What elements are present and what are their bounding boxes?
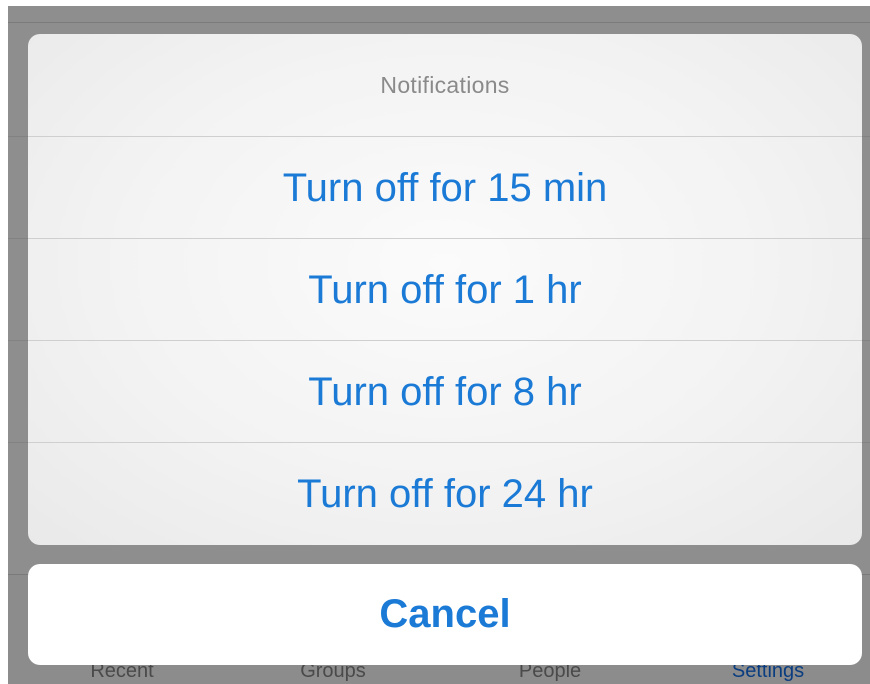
turn-off-15-min-button[interactable]: Turn off for 15 min bbox=[28, 136, 862, 239]
action-sheet: Notifications Turn off for 15 min Turn o… bbox=[28, 34, 862, 545]
action-sheet-title: Notifications bbox=[380, 71, 510, 98]
turn-off-8-hr-button[interactable]: Turn off for 8 hr bbox=[28, 340, 862, 443]
turn-off-24-hr-button[interactable]: Turn off for 24 hr bbox=[28, 442, 862, 545]
turn-off-1-hr-button[interactable]: Turn off for 1 hr bbox=[28, 238, 862, 341]
cancel-button[interactable]: Cancel bbox=[28, 564, 862, 665]
navbar-divider bbox=[8, 22, 870, 23]
